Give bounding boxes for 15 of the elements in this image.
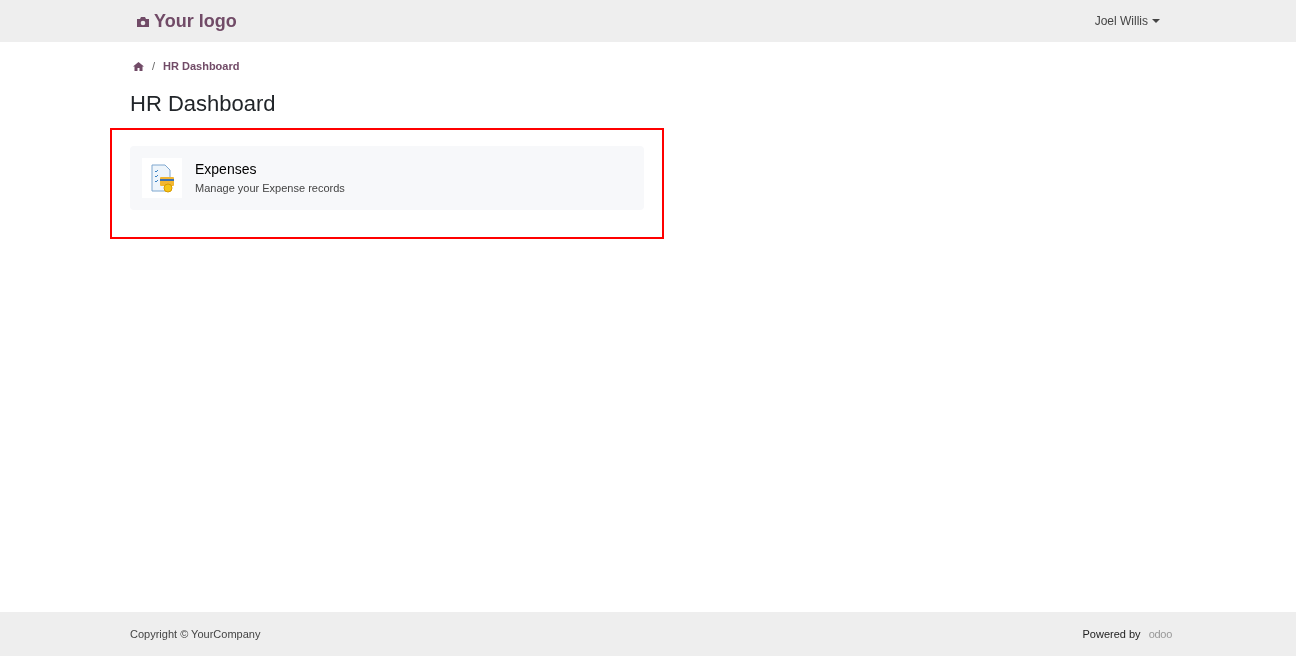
app-card[interactable]: Expenses Manage your Expense records (130, 145, 644, 210)
copyright-text: Copyright © YourCompany (130, 626, 261, 642)
camera-icon (136, 14, 150, 28)
powered-by-text: Powered by (1082, 626, 1141, 642)
page-title: HR Dashboard (130, 89, 277, 118)
breadcrumb-separator: / (152, 59, 156, 74)
card-title: Expenses (195, 159, 258, 179)
user-menu[interactable]: Joel Willis (1094, 12, 1160, 30)
expense-document-icon (142, 157, 182, 198)
card-description: Manage your Expense records (195, 180, 345, 196)
company-logo[interactable]: Your logo (136, 7, 237, 35)
caret-icon (1152, 19, 1160, 23)
breadcrumb-link[interactable]: HR Dashboard (163, 58, 240, 75)
logo-text: Your logo (154, 9, 237, 33)
home-icon[interactable] (133, 61, 144, 71)
